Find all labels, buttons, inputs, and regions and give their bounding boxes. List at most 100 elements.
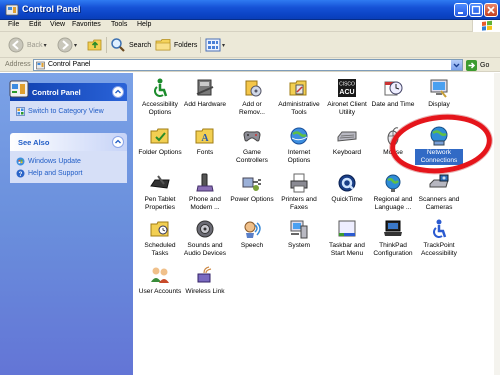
toolbar-separator — [106, 37, 107, 53]
item-wireless-link[interactable]: Wireless Link — [181, 264, 229, 296]
switch-to-category-view-link[interactable]: Switch to Category View — [16, 105, 121, 117]
forward-button[interactable]: ▾ — [57, 36, 77, 54]
pen-tablet-icon — [150, 175, 170, 189]
wireless-link-icon — [197, 266, 212, 283]
close-button[interactable] — [484, 3, 498, 17]
title-bar[interactable]: Control Panel — [0, 0, 500, 20]
menu-favorites[interactable]: Favorites — [72, 21, 101, 28]
back-button[interactable]: Back ▾ — [8, 36, 47, 54]
windows-update-link[interactable]: Windows Update — [16, 155, 121, 167]
maximize-icon — [471, 5, 481, 15]
address-dropdown-button[interactable] — [451, 60, 462, 70]
item-administrative-tools[interactable]: Administrative Tools — [275, 77, 323, 117]
item-taskbar-and-start-menu[interactable]: Taskbar and Start Menu — [323, 218, 371, 258]
item-label-line1: Folder Options — [138, 149, 182, 156]
address-label: Address — [5, 61, 31, 68]
aironet-icon: CISCO ACU — [338, 79, 356, 97]
item-internet-options[interactable]: Internet Options — [275, 125, 323, 165]
item-fonts[interactable]: A Fonts — [181, 125, 229, 157]
item-label-line1: Pen Tablet — [144, 196, 176, 203]
maximize-button[interactable] — [469, 3, 483, 17]
power-options-icon — [242, 177, 261, 191]
menu-edit[interactable]: Edit — [29, 21, 41, 28]
minimize-button[interactable] — [454, 3, 468, 17]
item-game-controllers[interactable]: Game Controllers — [228, 125, 276, 165]
help-and-support-link[interactable]: ? Help and Support — [16, 167, 121, 179]
item-phone-and-modem[interactable]: Phone and Modem ... — [181, 172, 229, 212]
views-button[interactable]: ▾ — [205, 36, 225, 54]
item-regional-and-language-options[interactable]: Regional and Language ... — [369, 172, 417, 212]
go-button[interactable]: Go — [466, 59, 498, 71]
item-quicktime[interactable]: QuickTime — [323, 172, 371, 204]
item-label-line2: Modem ... — [190, 204, 220, 211]
item-label-line2: Remov... — [239, 109, 265, 116]
item-label-line1: Internet — [287, 149, 311, 156]
add-hardware-icon — [196, 79, 214, 96]
display-icon — [430, 79, 448, 98]
menu-help[interactable]: Help — [137, 21, 151, 28]
accessibility-icon — [154, 78, 168, 97]
quicktime-icon — [338, 174, 356, 192]
item-trackpoint-accessibility[interactable]: TrackPoint Accessibility — [415, 218, 463, 258]
item-add-or-remove-programs[interactable]: Add or Remov... — [228, 77, 276, 117]
address-input[interactable]: Control Panel — [33, 59, 463, 71]
forward-dropdown-icon[interactable]: ▾ — [74, 42, 77, 49]
add-remove-programs-icon — [245, 80, 262, 97]
address-value: Control Panel — [48, 61, 91, 68]
go-label: Go — [480, 61, 490, 69]
item-folder-options[interactable]: Folder Options — [136, 125, 184, 157]
up-button[interactable] — [87, 36, 103, 54]
item-scanners-and-cameras[interactable]: Scanners and Cameras — [415, 172, 463, 212]
printer-icon — [290, 173, 308, 193]
item-printers-and-faxes[interactable]: Printers and Faxes — [275, 172, 323, 212]
collapse-button[interactable] — [112, 86, 124, 98]
taskbar-icon — [338, 220, 356, 237]
back-dropdown-icon[interactable]: ▾ — [44, 42, 47, 49]
item-add-hardware[interactable]: Add Hardware — [181, 77, 229, 109]
item-power-options[interactable]: Power Options — [228, 172, 276, 204]
internet-options-icon — [290, 127, 308, 145]
item-label-line1: QuickTime — [331, 196, 363, 203]
item-label-line1: Keyboard — [332, 149, 362, 156]
item-scheduled-tasks[interactable]: Scheduled Tasks — [136, 218, 184, 258]
item-user-accounts[interactable]: User Accounts — [136, 264, 184, 296]
item-pen-tablet-properties[interactable]: Pen Tablet Properties — [136, 172, 184, 212]
item-label-line2: Cameras — [425, 204, 453, 211]
item-label-line1: Speech — [240, 242, 264, 249]
item-label-line2: Language ... — [374, 204, 412, 211]
menu-file[interactable]: File — [8, 21, 19, 28]
toolbar-separator — [200, 37, 201, 53]
folders-label: Folders — [174, 41, 198, 49]
item-speech[interactable]: Speech — [228, 218, 276, 250]
menu-view[interactable]: View — [50, 21, 65, 28]
item-label-line2: Properties — [144, 204, 176, 211]
svg-text:?: ? — [19, 172, 23, 178]
views-dropdown-icon[interactable]: ▾ — [222, 42, 225, 49]
item-aironet-client-utility[interactable]: CISCO ACU Aironet Client Utility — [323, 77, 371, 117]
item-label-line2: Options — [148, 109, 172, 116]
search-button[interactable]: Search — [110, 36, 151, 54]
folders-button[interactable]: Folders — [155, 36, 197, 54]
item-date-and-time[interactable]: Date and Time — [369, 77, 417, 109]
item-display[interactable]: Display — [415, 77, 463, 109]
search-label: Search — [129, 41, 152, 49]
item-thinkpad-configuration[interactable]: ThinkPad Configuration — [369, 218, 417, 258]
back-arrow-icon — [8, 37, 24, 53]
chevron-up-icon — [115, 89, 121, 94]
control-panel-section-header[interactable]: Control Panel — [9, 80, 127, 101]
item-label-line2: Tools — [291, 109, 307, 116]
control-panel-section: Control Panel Switch to Category View — [9, 80, 127, 121]
see-also-section-header[interactable]: See Also — [10, 133, 127, 151]
folder-up-icon — [87, 39, 102, 51]
item-label-line2: Faxes — [290, 204, 308, 211]
item-label-line1: Date and Time — [371, 101, 415, 108]
collapse-button[interactable] — [112, 136, 124, 148]
menu-tools[interactable]: Tools — [111, 21, 127, 28]
item-system[interactable]: System — [275, 218, 323, 250]
item-sounds-and-audio-devices[interactable]: Sounds and Audio Devices — [181, 218, 229, 258]
item-accessibility-options[interactable]: Accessibility Options — [136, 77, 184, 117]
item-label-line2: Audio Devices — [183, 250, 227, 257]
item-keyboard[interactable]: Keyboard — [323, 125, 371, 157]
item-label-line1: User Accounts — [138, 288, 182, 295]
content-right-edge — [494, 73, 500, 375]
